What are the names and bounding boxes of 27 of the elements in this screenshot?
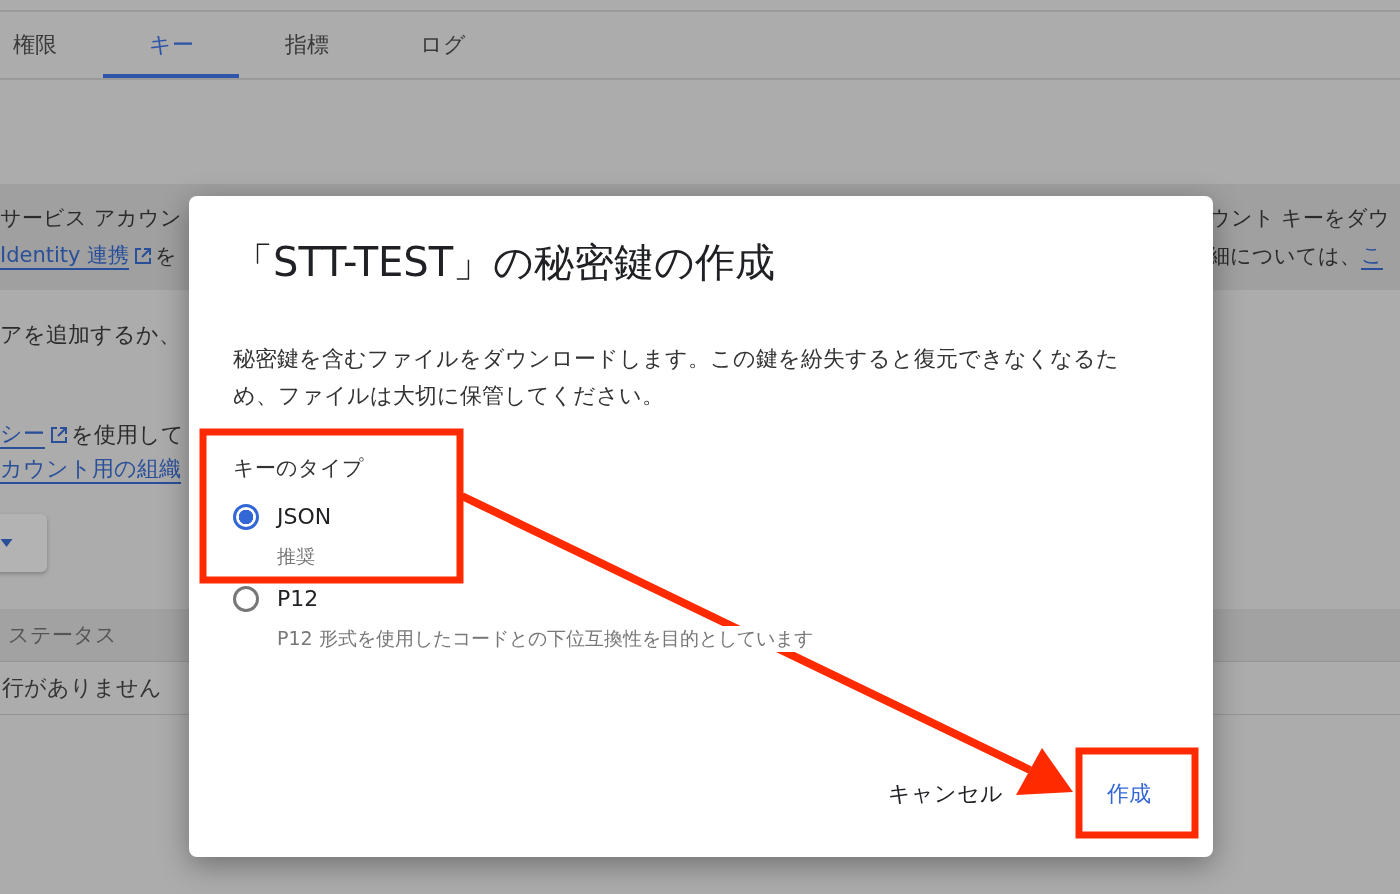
cancel-button[interactable]: キャンセル [876, 771, 1015, 817]
tab[interactable]: 権限 [0, 12, 103, 78]
create-button[interactable]: 作成 [1095, 771, 1163, 817]
background-text: アを追加するか、 [0, 321, 181, 349]
tab[interactable]: キー [103, 12, 239, 78]
option-label: JSON [277, 503, 332, 531]
dialog-title: 「STT-TEST」の秘密鍵の作成 [233, 238, 777, 287]
background-text: Identity 連携 を [0, 241, 178, 271]
background-text: シー を使用して [0, 420, 184, 450]
caret-icon [0, 539, 13, 547]
external-link-icon [49, 425, 69, 445]
link[interactable]: カウント用の組織 [0, 456, 181, 484]
group-label: キーのタイプ [233, 455, 365, 482]
column-header: ステータス [8, 622, 117, 649]
radio-button[interactable] [233, 586, 259, 612]
option-hint: P12 形式を使用したコードとの下位互換性を目的としています [277, 626, 813, 652]
external-link-icon [133, 246, 154, 266]
link[interactable]: Identity 連携 [0, 242, 130, 270]
link[interactable]: こ [1360, 242, 1383, 270]
tab[interactable]: ログ [375, 12, 511, 78]
tab[interactable]: 指標 [239, 12, 375, 78]
link[interactable]: シー [0, 421, 45, 449]
option-label: P12 [277, 585, 319, 613]
background-text: サービス アカウン [0, 205, 182, 232]
radio-button[interactable] [233, 504, 259, 530]
description-text: 秘密鍵を含むファイルをダウンロードします。この鍵を紛失すると復元できなくなるため、ファイルは大切に保管してください。 [233, 345, 1120, 410]
empty-message: 行がありません [2, 674, 162, 702]
